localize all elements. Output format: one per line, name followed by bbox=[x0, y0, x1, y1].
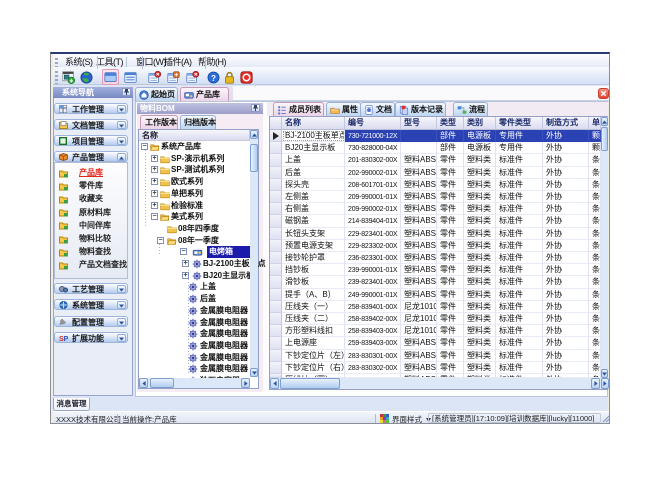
svg-text:?: ? bbox=[211, 74, 216, 83]
